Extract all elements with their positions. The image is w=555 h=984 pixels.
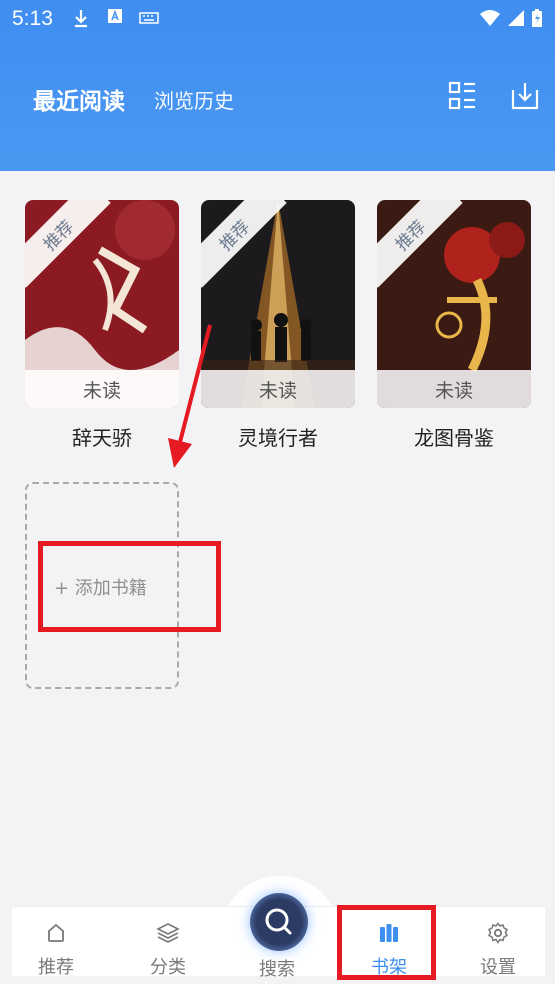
- nav-item-recommend[interactable]: 推荐: [16, 907, 96, 978]
- app-header: 5:13 最近阅读 浏览历史: [0, 0, 555, 171]
- layers-icon: [156, 923, 180, 943]
- search-button[interactable]: [250, 893, 308, 951]
- book-card[interactable]: 推荐 未读 灵境行者: [201, 200, 355, 451]
- wifi-icon: [480, 10, 500, 26]
- nav-label: 推荐: [38, 957, 74, 978]
- read-status: 未读: [377, 370, 531, 408]
- nav-item-category[interactable]: 分类: [128, 907, 208, 978]
- nav-item-settings[interactable]: 设置: [458, 907, 538, 978]
- read-status: 未读: [201, 370, 355, 408]
- book-card[interactable]: 推荐 未读 龙图骨鉴: [377, 200, 531, 451]
- keyboard-icon: [139, 12, 159, 24]
- book-card[interactable]: 推荐 未读 辞天骄: [25, 200, 179, 451]
- book-title[interactable]: 龙图骨鉴: [377, 422, 531, 451]
- book-title[interactable]: 辞天骄: [25, 422, 179, 451]
- import-icon[interactable]: [509, 80, 541, 112]
- list-view-icon[interactable]: [447, 80, 479, 112]
- download-icon: [75, 10, 87, 28]
- battery-icon: [532, 9, 542, 27]
- highlight-box-bookshelf: [337, 905, 436, 980]
- home-icon: [48, 923, 64, 942]
- status-bar: 5:13: [0, 0, 555, 38]
- search-icon: [265, 908, 292, 935]
- read-status: 未读: [25, 370, 179, 408]
- book-cover[interactable]: 推荐 未读: [25, 200, 179, 408]
- search-label[interactable]: 搜索: [259, 955, 295, 981]
- book-title[interactable]: 灵境行者: [201, 422, 355, 451]
- book-cover[interactable]: 推荐 未读: [201, 200, 355, 408]
- status-time: 5:13: [12, 7, 53, 30]
- gear-icon: [487, 922, 509, 944]
- tab-recent-reading[interactable]: 最近阅读: [33, 82, 125, 116]
- tab-browse-history[interactable]: 浏览历史: [154, 85, 234, 114]
- a-box-icon: [108, 9, 122, 23]
- nav-label: 设置: [480, 957, 516, 978]
- arrow-annotation: [168, 324, 212, 468]
- highlight-box-add-book: [38, 541, 221, 632]
- book-cover[interactable]: 推荐 未读: [377, 200, 531, 408]
- nav-label: 分类: [150, 957, 186, 978]
- signal-icon: [508, 10, 524, 26]
